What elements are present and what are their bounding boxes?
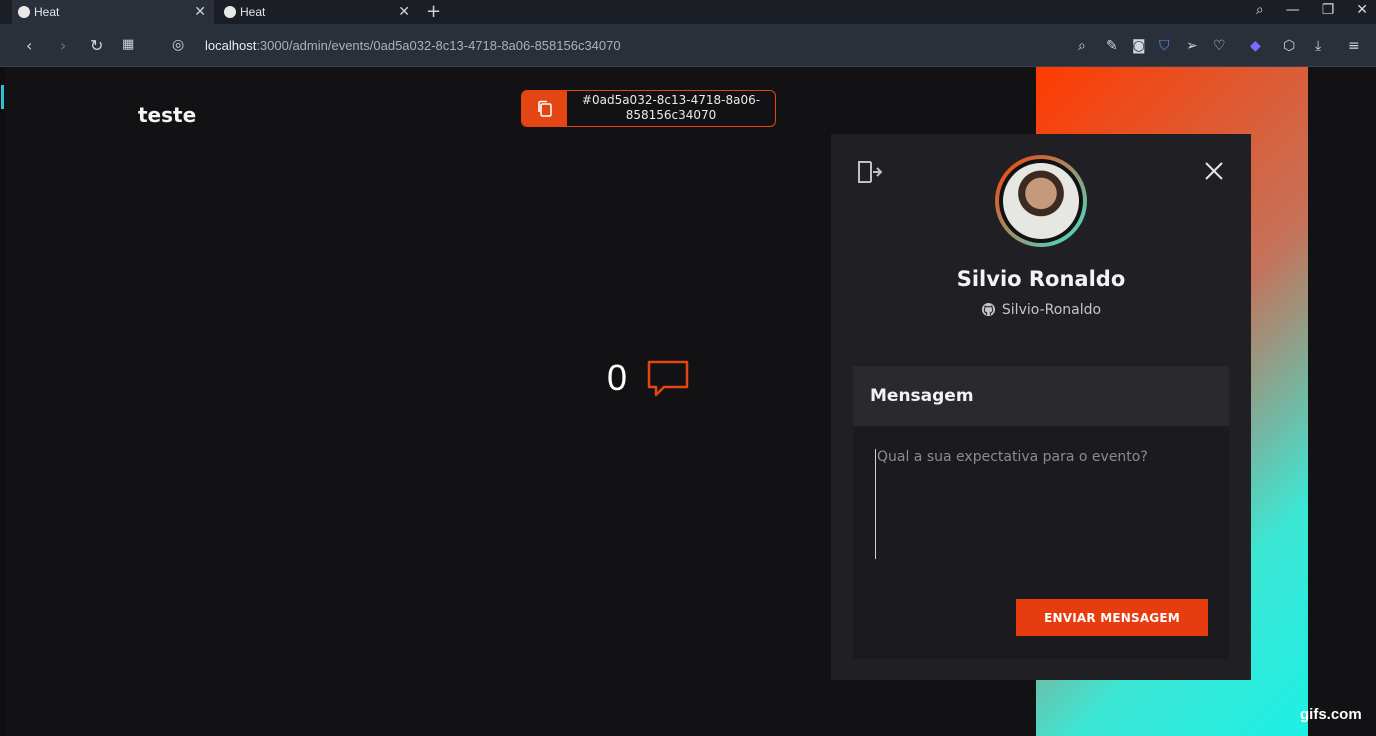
send-message-button[interactable]: ENVIAR MENSAGEM xyxy=(1016,599,1208,636)
site-info-icon[interactable]: ◎ xyxy=(172,37,184,53)
search-icon[interactable]: ⌕ xyxy=(1256,2,1264,18)
maximize-icon[interactable]: ❐ xyxy=(1322,2,1335,18)
avatar xyxy=(995,155,1087,247)
user-name: Silvio Ronaldo xyxy=(956,267,1126,291)
event-id-box: #0ad5a032-8c13-4718-8a06- 858156c34070 xyxy=(521,90,776,127)
browser-tab[interactable]: Heat ✕ xyxy=(12,0,214,24)
zoom-icon[interactable]: ⌕ xyxy=(1078,38,1086,54)
close-icon[interactable] xyxy=(1201,158,1227,184)
globe-icon xyxy=(224,6,236,18)
github-handle[interactable]: Silvio-Ronaldo xyxy=(831,302,1251,318)
camera-icon[interactable]: ◙ xyxy=(1132,38,1146,54)
chat-bubble-icon xyxy=(647,360,689,397)
back-icon[interactable]: ‹ xyxy=(26,36,32,55)
message-panel: Silvio Ronaldo Silvio-Ronaldo Mensagem E… xyxy=(831,134,1251,680)
github-icon xyxy=(981,302,995,317)
page-right-margin xyxy=(1308,67,1376,736)
browser-tab-bar: Heat ✕ Heat ✕ + ⌕ — ❐ ✕ xyxy=(0,0,1376,24)
minimize-icon[interactable]: — xyxy=(1286,2,1300,18)
close-tab-icon[interactable]: ✕ xyxy=(398,3,410,20)
shield-icon[interactable]: ⛉ xyxy=(1159,38,1170,54)
left-edge xyxy=(0,67,5,736)
menu-icon[interactable]: ≡ xyxy=(1348,38,1360,54)
close-tab-icon[interactable]: ✕ xyxy=(194,3,206,20)
tab-title: Heat xyxy=(240,5,266,19)
globe-icon xyxy=(18,6,30,18)
send-icon[interactable]: ➢ xyxy=(1186,38,1198,54)
event-id: #0ad5a032-8c13-4718-8a06- 858156c34070 xyxy=(567,91,775,126)
copy-icon xyxy=(537,100,552,117)
avatar-frame xyxy=(999,159,1083,243)
message-input[interactable] xyxy=(875,449,1205,559)
github-handle-text: Silvio-Ronaldo xyxy=(1001,302,1102,318)
address-bar: ‹ › ↻ ▦ ◎ localhost:3000/admin/events/0a… xyxy=(0,24,1376,67)
event-id-line: 858156c34070 xyxy=(625,108,717,122)
edit-icon[interactable]: ✎ xyxy=(1106,38,1118,54)
page-content: teste #0ad5a032-8c13-4718-8a06- 858156c3… xyxy=(0,67,1376,736)
new-tab-icon[interactable]: + xyxy=(426,1,441,22)
avatar-photo xyxy=(1003,163,1079,239)
message-count: 0 xyxy=(607,357,628,398)
grid-icon[interactable]: ▦ xyxy=(122,37,134,52)
url-host: localhost xyxy=(205,38,257,53)
event-title: teste xyxy=(138,103,197,127)
download-icon[interactable]: ⤓ xyxy=(1315,38,1321,54)
copy-button[interactable] xyxy=(522,91,567,126)
heart-icon[interactable]: ♡ xyxy=(1213,38,1226,54)
message-form-header: Mensagem xyxy=(853,366,1229,426)
message-form: Mensagem ENVIAR MENSAGEM xyxy=(853,366,1229,659)
extension-icon[interactable]: ◆ xyxy=(1250,38,1261,54)
window-controls: ⌕ — ❐ ✕ xyxy=(1256,2,1368,18)
tab-title: Heat xyxy=(34,5,60,19)
close-window-icon[interactable]: ✕ xyxy=(1356,2,1368,18)
watermark: gifs.com xyxy=(1300,706,1362,723)
event-id-line: #0ad5a032-8c13-4718-8a06- xyxy=(581,93,761,107)
url-path: :3000/admin/events/0ad5a032-8c13-4718-8a… xyxy=(256,38,621,53)
cube-icon[interactable]: ⬡ xyxy=(1283,38,1295,54)
browser-tab[interactable]: Heat ✕ xyxy=(218,0,418,24)
left-edge-marker xyxy=(1,85,4,109)
url-field[interactable]: localhost:3000/admin/events/0ad5a032-8c1… xyxy=(205,38,621,53)
forward-icon[interactable]: › xyxy=(60,36,66,55)
reload-icon[interactable]: ↻ xyxy=(90,36,103,55)
logout-icon[interactable] xyxy=(855,158,883,186)
